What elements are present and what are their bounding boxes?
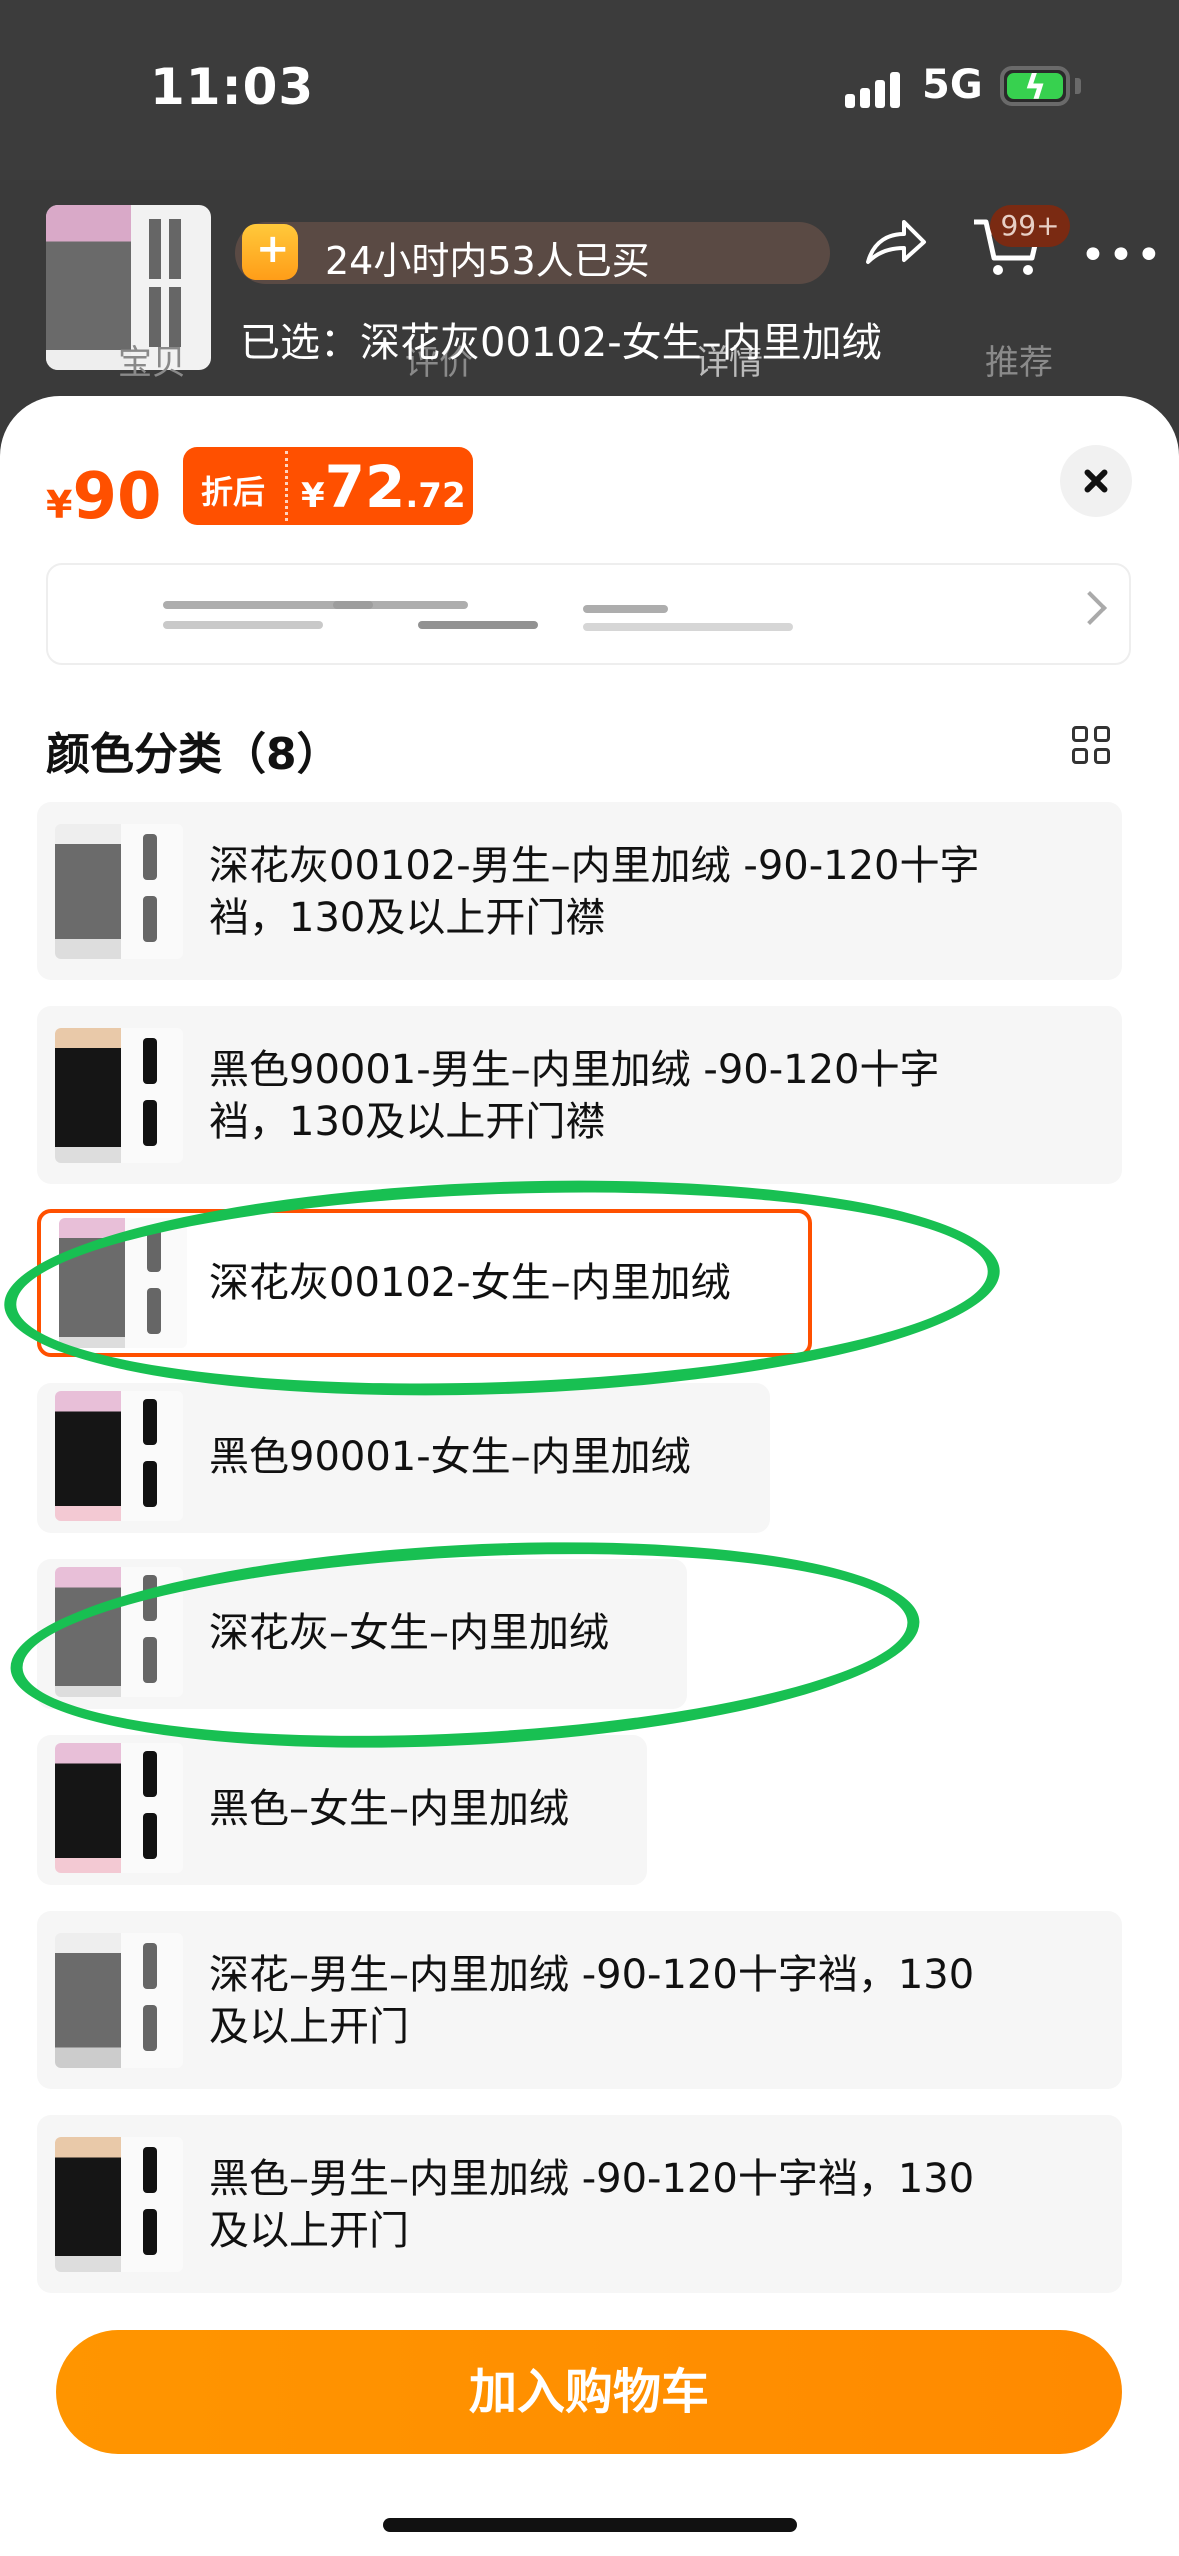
status-bar: 11:03 5G ϟ	[0, 0, 1179, 180]
add-to-cart-button[interactable]: 加入购物车	[56, 2330, 1122, 2454]
option-label: 深花灰00102-男生–内里加绒 -90-120十字 裆，130及以上开门襟	[209, 843, 980, 941]
medkit-icon	[242, 224, 298, 280]
sku-option[interactable]: 黑色–女生–内里加绒	[37, 1735, 647, 1885]
buyers-count-text: 24小时内53人已买	[325, 239, 650, 283]
option-thumbnail	[55, 2137, 183, 2272]
tab-recommend[interactable]: 推荐	[985, 335, 1053, 384]
home-indicator	[383, 2518, 797, 2532]
selected-variant-text: 已选：深花灰00102-女生–内里加绒	[240, 320, 882, 366]
color-category-title: 颜色分类（8）	[46, 729, 341, 780]
close-icon[interactable]	[1060, 445, 1132, 517]
network-label: 5G	[922, 62, 983, 108]
original-price: ¥90	[46, 460, 162, 534]
sku-option[interactable]: 黑色–男生–内里加绒 -90-120十字裆，130 及以上开门	[37, 2115, 1122, 2293]
option-label: 黑色–男生–内里加绒 -90-120十字裆，130 及以上开门	[209, 2156, 975, 2254]
sku-option[interactable]: 黑色90001-女生–内里加绒	[37, 1383, 770, 1533]
discount-label: 折后	[201, 473, 266, 511]
option-thumbnail	[55, 1743, 183, 1873]
more-icon[interactable]: •••	[1080, 230, 1164, 281]
cart-count-badge: 99+	[990, 205, 1070, 247]
status-time: 11:03	[150, 58, 315, 116]
option-label: 深花–男生–内里加绒 -90-120十字裆，130 及以上开门	[209, 1952, 975, 2050]
signal-icon	[845, 68, 905, 108]
option-label: 黑色90001-男生–内里加绒 -90-120十字 裆，130及以上开门襟	[209, 1047, 940, 1145]
option-thumbnail	[55, 1933, 183, 2068]
promo-row[interactable]	[46, 563, 1131, 665]
sku-option[interactable]: 黑色90001-男生–内里加绒 -90-120十字 裆，130及以上开门襟	[37, 1006, 1122, 1184]
option-thumbnail	[55, 824, 183, 959]
grid-view-icon[interactable]	[1072, 726, 1112, 766]
discount-price-badge: 折后 ¥72.72	[183, 447, 473, 525]
sku-option[interactable]: 深花灰00102-男生–内里加绒 -90-120十字 裆，130及以上开门襟	[37, 802, 1122, 980]
option-thumbnail	[55, 1028, 183, 1163]
battery-icon: ϟ	[1000, 66, 1070, 108]
option-label: 黑色–女生–内里加绒	[209, 1786, 569, 1832]
discount-price: ¥72.72	[301, 453, 466, 521]
share-icon[interactable]	[860, 210, 930, 280]
sku-option[interactable]: 深花–男生–内里加绒 -90-120十字裆，130 及以上开门	[37, 1911, 1122, 2089]
option-thumbnail	[55, 1391, 183, 1521]
option-label: 黑色90001-女生–内里加绒	[209, 1434, 691, 1480]
tab-item[interactable]: 宝贝	[118, 335, 186, 384]
